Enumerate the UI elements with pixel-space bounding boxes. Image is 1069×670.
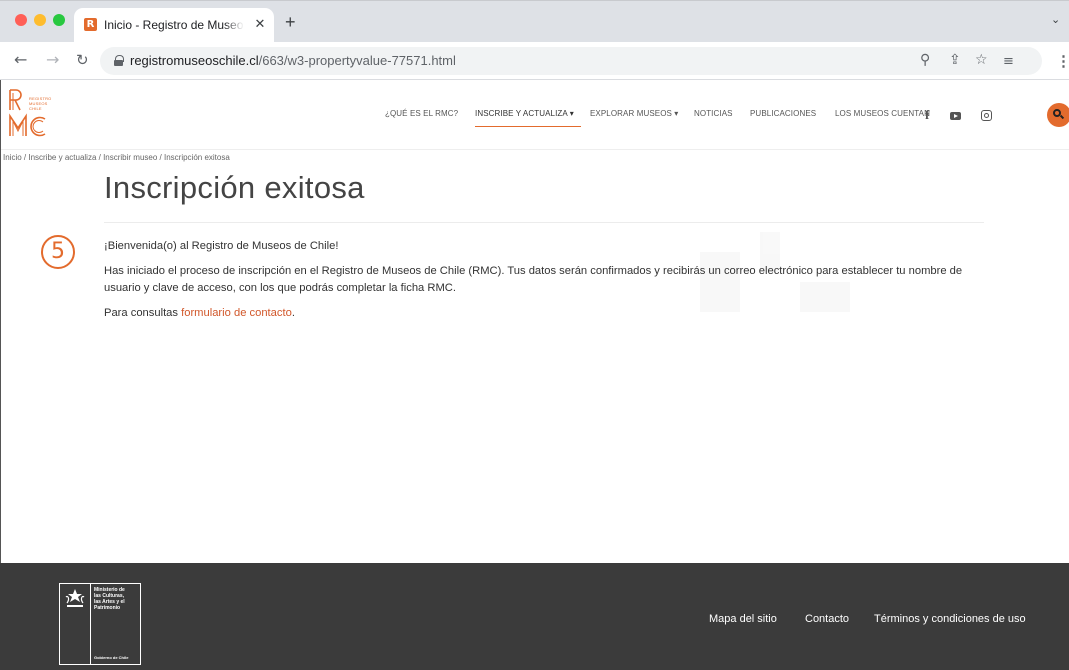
favicon-icon: R [84,18,97,31]
maximize-window-button[interactable] [53,14,65,26]
nav-inscribe-actualiza[interactable]: INSCRIBE Y ACTUALIZA ▾ [475,109,574,118]
step-number-badge: 5 [41,235,75,269]
site-header: REGISTRO MUSEOS CHILE ¿QUÉ ES EL RMC? IN… [0,80,1069,150]
breadcrumb: Inicio / Inscribe y actualiza / Inscribi… [3,153,230,162]
close-tab-icon[interactable]: ✕ [252,15,268,33]
browser-tab[interactable]: R Inicio - Registro de Museos de Chile ✕ [74,8,274,43]
contact-form-link[interactable]: formulario de contacto [181,307,292,319]
back-icon[interactable]: ← [14,51,27,69]
new-tab-button[interactable]: + [285,13,296,31]
page-edge [0,80,1,563]
menu-icon[interactable]: ⋮ [1056,52,1069,70]
active-nav-underline [475,126,581,127]
site-footer: Ministerio de las Culturas, las Artes y … [0,563,1069,670]
logo-caption: REGISTRO MUSEOS CHILE [29,96,52,111]
reading-list-icon[interactable]: ≡ [1003,54,1014,69]
page-title: Inscripción exitosa [104,170,365,205]
youtube-icon[interactable] [950,112,961,120]
breadcrumb-inscribe[interactable]: Inscribe y actualiza [28,153,96,162]
address-bar[interactable]: registromuseoschile.cl/663/w3-propertyva… [100,47,1042,75]
lock-icon[interactable] [114,55,124,66]
minimize-window-button[interactable] [34,14,46,26]
body-text: Has iniciado el proceso de inscripción e… [104,265,963,294]
tab-search-chevron-icon[interactable]: ⌄ [1051,13,1060,26]
tab-title: Inicio - Registro de Museos de Chile [104,18,244,32]
breadcrumb-inicio[interactable]: Inicio [3,153,22,162]
nav-publicaciones[interactable]: PUBLICACIONES [750,109,816,118]
instagram-icon[interactable] [981,110,992,121]
close-window-button[interactable] [15,14,27,26]
chile-crest-icon [65,589,85,607]
footer-link-terms[interactable]: Términos y condiciones de uso [874,613,1026,625]
site-search-button[interactable] [1047,103,1069,127]
share-icon[interactable]: ⇪ [949,52,961,68]
breadcrumb-current: Inscripción exitosa [163,153,230,162]
forward-icon[interactable]: → [46,51,59,69]
facebook-icon[interactable]: f [925,107,929,123]
ministry-name: Ministerio de las Culturas, las Artes y … [94,587,125,611]
contact-line: Para consultas formulario de contacto. [104,307,295,319]
ministry-logo[interactable]: Ministerio de las Culturas, las Artes y … [59,583,141,665]
gobierno-de-chile: Gobierno de Chile [94,655,129,660]
footer-link-contact[interactable]: Contacto [805,613,849,625]
url-text[interactable]: registromuseoschile.cl/663/w3-propertyva… [130,53,456,68]
rmc-logo[interactable]: REGISTRO MUSEOS CHILE [9,88,69,140]
footer-link-sitemap[interactable]: Mapa del sitio [709,613,777,625]
breadcrumb-inscribir-museo[interactable]: Inscribir museo [103,153,157,162]
browser-tab-bar: R Inicio - Registro de Museos de Chile ✕… [0,0,1069,43]
title-divider [104,222,984,223]
nav-que-es-rmc[interactable]: ¿QUÉ ES EL RMC? [385,109,458,118]
reload-icon[interactable]: ↻ [76,51,89,69]
nav-noticias[interactable]: NOTICIAS [694,109,733,118]
zoom-icon[interactable]: ⚲ [920,52,930,68]
nav-explorar-museos[interactable]: EXPLORAR MUSEOS ▾ [590,109,678,118]
bookmark-star-icon[interactable]: ☆ [975,52,988,68]
browser-toolbar: ← → ↻ registromuseoschile.cl/663/w3-prop… [0,42,1069,80]
nav-los-museos-cuentan[interactable]: LOS MUSEOS CUENTAN [835,109,930,118]
welcome-text: ¡Bienvenida(o) al Registro de Museos de … [104,240,339,252]
